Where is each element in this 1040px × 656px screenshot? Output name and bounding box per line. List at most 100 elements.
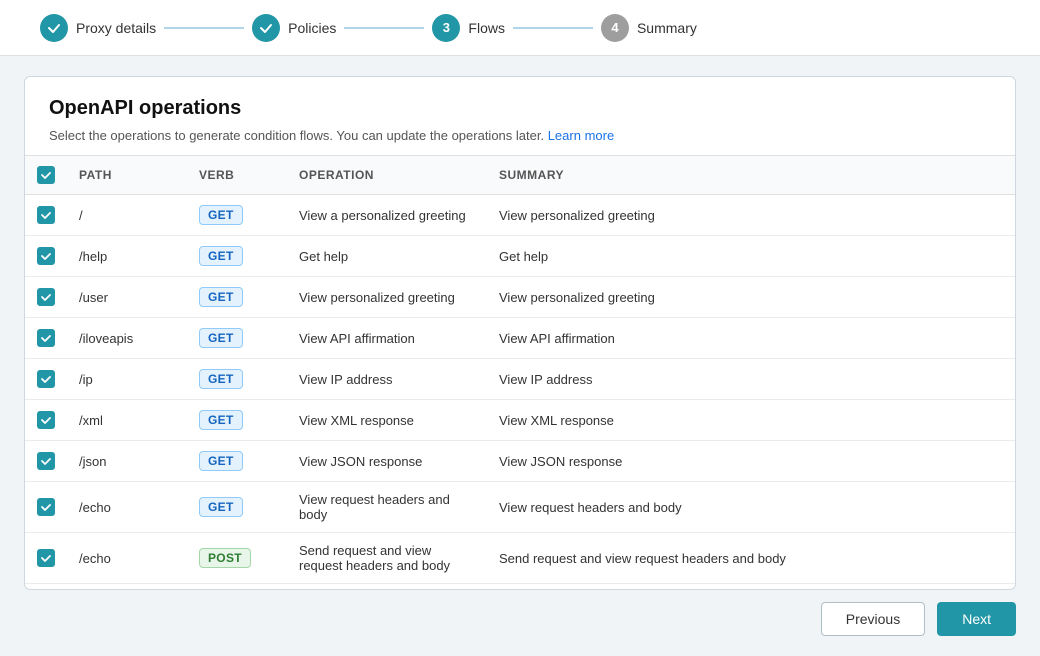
row-operation: Get help	[287, 236, 487, 277]
step-circle-policies	[252, 14, 280, 42]
row-summary: View personalized greeting	[487, 277, 1015, 318]
th-verb: VERB	[187, 156, 287, 195]
th-path: PATH	[67, 156, 187, 195]
table-row: /help GET Get help Get help	[25, 236, 1015, 277]
verb-badge: GET	[199, 497, 243, 517]
row-operation: View IP address	[287, 359, 487, 400]
row-operation: View API affirmation	[287, 318, 487, 359]
row-checkbox-6[interactable]	[37, 452, 55, 470]
row-path: /	[67, 195, 187, 236]
verb-badge: GET	[199, 451, 243, 471]
stepper: Proxy details Policies 3 Flows 4 Summary	[0, 0, 1040, 56]
table-row: /iloveapis GET View API affirmation View…	[25, 318, 1015, 359]
row-checkbox-cell	[25, 533, 67, 584]
row-verb: POST	[187, 533, 287, 584]
row-checkbox-2[interactable]	[37, 288, 55, 306]
table-row: /user GET View personalized greeting Vie…	[25, 277, 1015, 318]
row-path: /echo	[67, 482, 187, 533]
row-summary: Get help	[487, 236, 1015, 277]
step-proxy-details: Proxy details	[40, 14, 156, 42]
row-checkbox-4[interactable]	[37, 370, 55, 388]
row-checkbox-cell	[25, 318, 67, 359]
row-operation: View personalized greeting	[287, 277, 487, 318]
step-circle-flows: 3	[432, 14, 460, 42]
step-circle-summary: 4	[601, 14, 629, 42]
table-row: /ip GET View IP address View IP address	[25, 359, 1015, 400]
row-operation: View JSON response	[287, 441, 487, 482]
step-summary: 4 Summary	[601, 14, 697, 42]
connector-1	[164, 27, 244, 29]
table-header-row: PATH VERB OPERATION SUMMARY	[25, 156, 1015, 195]
row-verb: GET	[187, 236, 287, 277]
next-button[interactable]: Next	[937, 602, 1016, 636]
row-summary: Send request and view request headers an…	[487, 533, 1015, 584]
table-row: /echo GET View request headers and body …	[25, 482, 1015, 533]
row-summary: View IP address	[487, 359, 1015, 400]
table-row: /echo POST Send request and view request…	[25, 533, 1015, 584]
step-circle-proxy-details	[40, 14, 68, 42]
row-verb: GET	[187, 277, 287, 318]
row-checkbox-cell	[25, 441, 67, 482]
row-path: /help	[67, 236, 187, 277]
row-operation: View XML response	[287, 400, 487, 441]
row-operation: Send request and view request headers an…	[287, 533, 487, 584]
main-content: OpenAPI operations Select the operations…	[0, 56, 1040, 656]
verb-badge: GET	[199, 369, 243, 389]
connector-3	[513, 27, 593, 29]
operations-card: OpenAPI operations Select the operations…	[24, 76, 1016, 590]
verb-badge: GET	[199, 205, 243, 225]
row-verb: GET	[187, 400, 287, 441]
table-row: /xml GET View XML response View XML resp…	[25, 400, 1015, 441]
table-wrapper: PATH VERB OPERATION SUMMARY / GET	[25, 156, 1015, 589]
row-verb: GET	[187, 318, 287, 359]
row-summary: View API affirmation	[487, 318, 1015, 359]
row-checkbox-5[interactable]	[37, 411, 55, 429]
row-summary: View JSON response	[487, 441, 1015, 482]
row-checkbox-cell	[25, 400, 67, 441]
row-verb: GET	[187, 482, 287, 533]
row-summary: View XML response	[487, 400, 1015, 441]
step-flows: 3 Flows	[432, 14, 505, 42]
card-title: OpenAPI operations	[49, 97, 991, 120]
row-path: /xml	[67, 400, 187, 441]
row-operation: View request headers and body	[287, 482, 487, 533]
table-row: /json GET View JSON response View JSON r…	[25, 441, 1015, 482]
th-checkbox	[25, 156, 67, 195]
verb-badge: GET	[199, 328, 243, 348]
step-label-policies: Policies	[288, 20, 336, 36]
previous-button[interactable]: Previous	[821, 602, 925, 636]
row-checkbox-cell	[25, 195, 67, 236]
row-checkbox-cell	[25, 359, 67, 400]
card-subtitle: Select the operations to generate condit…	[49, 128, 991, 143]
select-all-checkbox[interactable]	[37, 166, 55, 184]
row-checkbox-7[interactable]	[37, 498, 55, 516]
step-label-proxy-details: Proxy details	[76, 20, 156, 36]
row-checkbox-0[interactable]	[37, 206, 55, 224]
learn-more-link[interactable]: Learn more	[548, 128, 614, 143]
connector-2	[344, 27, 424, 29]
footer: Previous Next	[24, 590, 1016, 636]
table-row: / GET View a personalized greeting View …	[25, 195, 1015, 236]
row-summary: View request headers and body	[487, 482, 1015, 533]
row-path: /json	[67, 441, 187, 482]
step-label-flows: Flows	[468, 20, 505, 36]
verb-badge: POST	[199, 548, 251, 568]
verb-badge: GET	[199, 246, 243, 266]
row-verb: GET	[187, 441, 287, 482]
operations-table: PATH VERB OPERATION SUMMARY / GET	[25, 156, 1015, 584]
verb-badge: GET	[199, 287, 243, 307]
row-path: /user	[67, 277, 187, 318]
row-checkbox-1[interactable]	[37, 247, 55, 265]
card-header: OpenAPI operations Select the operations…	[25, 77, 1015, 156]
verb-badge: GET	[199, 410, 243, 430]
row-checkbox-3[interactable]	[37, 329, 55, 347]
th-operation: OPERATION	[287, 156, 487, 195]
row-checkbox-cell	[25, 482, 67, 533]
row-operation: View a personalized greeting	[287, 195, 487, 236]
row-path: /ip	[67, 359, 187, 400]
row-checkbox-8[interactable]	[37, 549, 55, 567]
row-path: /iloveapis	[67, 318, 187, 359]
row-checkbox-cell	[25, 236, 67, 277]
row-path: /echo	[67, 533, 187, 584]
row-verb: GET	[187, 359, 287, 400]
